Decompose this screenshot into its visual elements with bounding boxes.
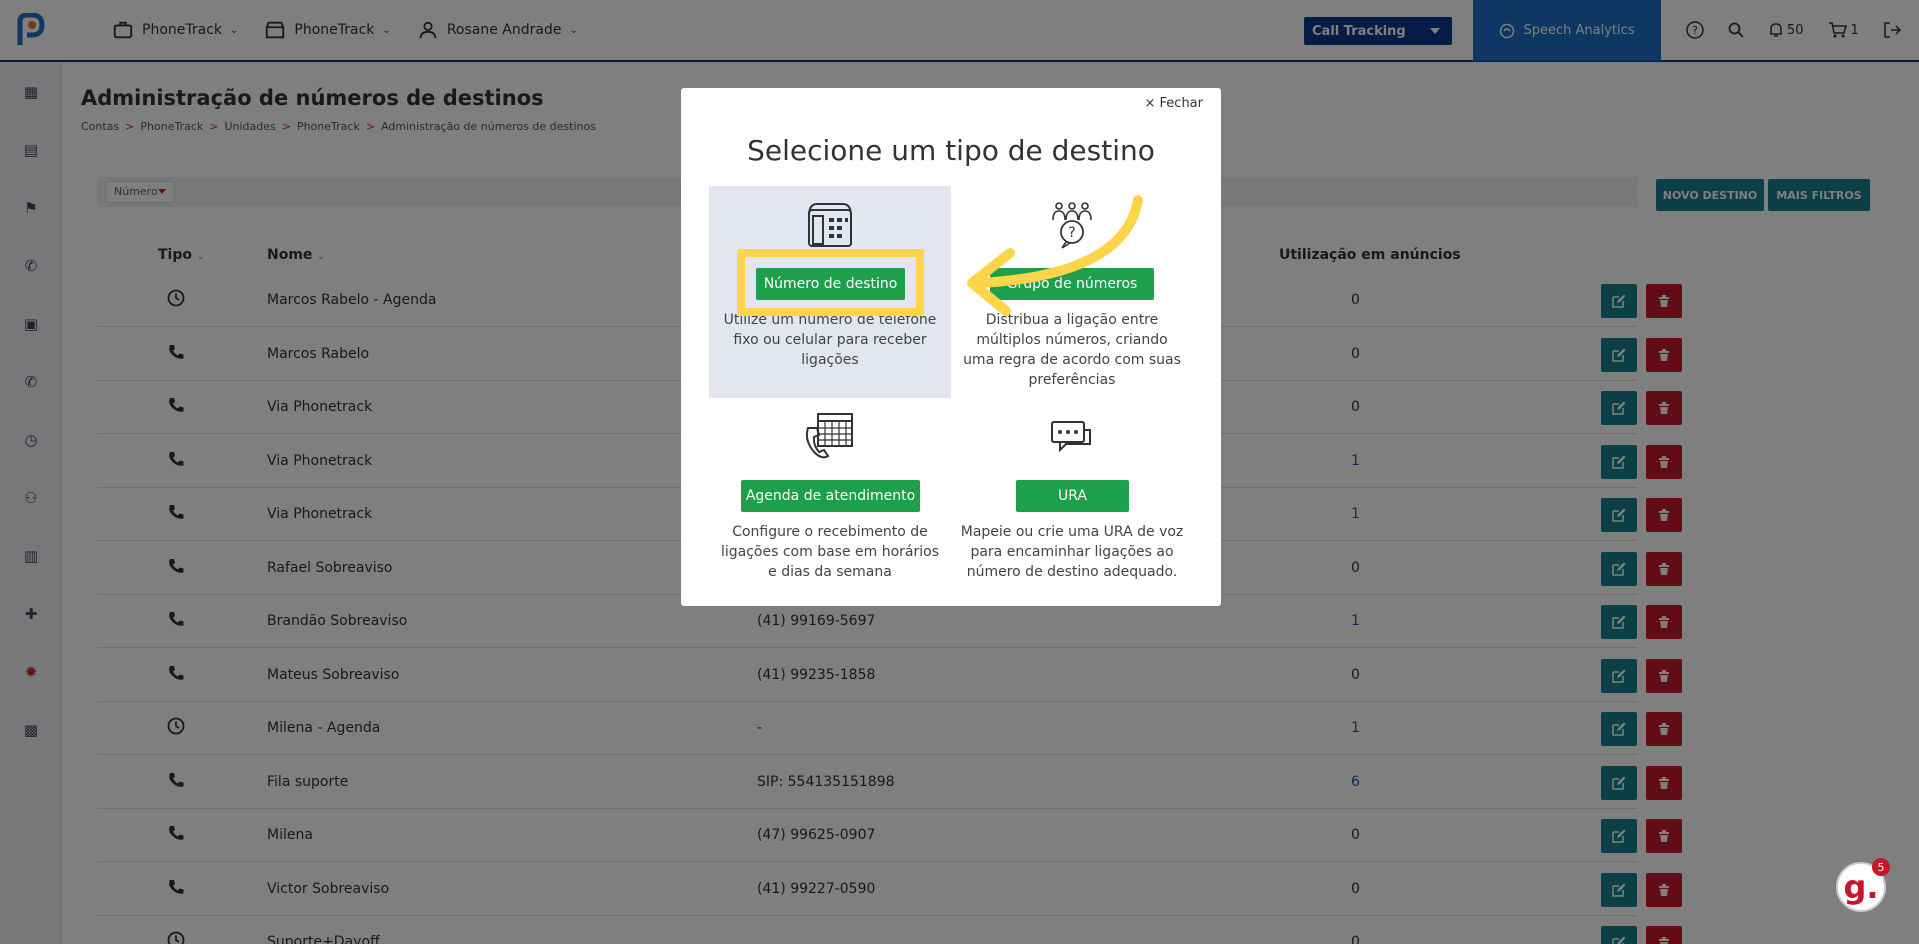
close-label: Fechar bbox=[1159, 96, 1203, 111]
destination-number-description: Utilize um número de telefone fixo ou ce… bbox=[723, 312, 937, 368]
tutorial-highlight bbox=[737, 249, 924, 316]
tutorial-arrow-icon bbox=[967, 195, 1143, 316]
schedule-description: Configure o recebimento de ligações com … bbox=[720, 524, 940, 580]
close-button[interactable]: × Fechar bbox=[1144, 96, 1203, 111]
calendar-phone-icon bbox=[709, 410, 951, 460]
close-icon: × bbox=[1144, 96, 1156, 111]
ivr-description: Mapeie ou crie uma URA de voz para encam… bbox=[960, 524, 1184, 580]
modal-title: Selecione um tipo de destino bbox=[747, 134, 1155, 167]
ivr-button[interactable]: URA bbox=[1016, 480, 1129, 512]
desk-phone-icon bbox=[709, 202, 951, 248]
destination-type-modal: × Fechar Selecione um tipo de destino Nú… bbox=[681, 88, 1221, 606]
chat-bubbles-icon bbox=[951, 420, 1193, 456]
guide-widget-badge: 5 bbox=[1872, 858, 1890, 876]
option-schedule[interactable]: Agenda de atendimento Configure o recebi… bbox=[709, 410, 951, 590]
schedule-button[interactable]: Agenda de atendimento bbox=[741, 480, 920, 512]
option-ivr[interactable]: URA Mapeie ou crie uma URA de voz para e… bbox=[951, 410, 1193, 590]
